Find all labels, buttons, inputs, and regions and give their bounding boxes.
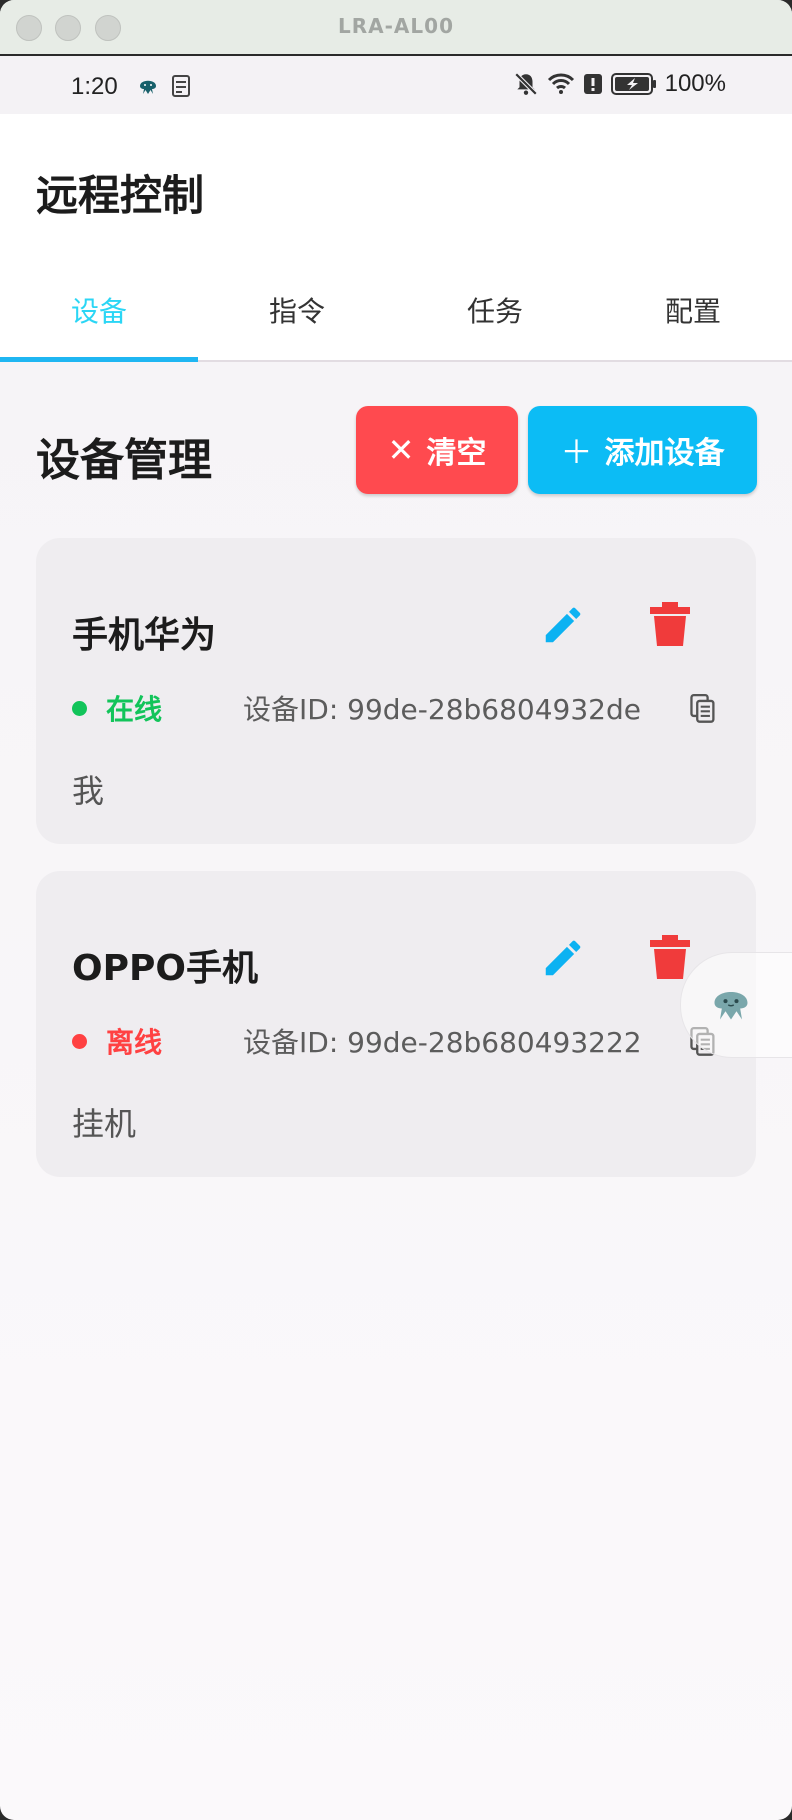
sim-card-icon — [172, 75, 190, 97]
status-time: 1:20 — [71, 73, 118, 100]
device-note: 挂机 — [72, 1105, 137, 1143]
octopus-app-icon — [140, 80, 156, 94]
tab-devices[interactable]: 设备 — [0, 290, 198, 330]
copy-icon[interactable] — [690, 694, 716, 724]
app-window: LRA-AL00 1:20 100% 远程控制 设备 指令 任务 配置 设备管理… — [0, 0, 792, 1820]
device-status: 离线 — [106, 1026, 163, 1059]
app-bar: 远程控制 — [0, 114, 792, 256]
device-card: 手机华为 在线 设备ID: 99de-28b6804932de 我 — [36, 538, 756, 844]
pencil-icon[interactable] — [540, 935, 586, 981]
tab-bar: 设备 指令 任务 配置 — [0, 256, 792, 362]
page-title: 远程控制 — [36, 171, 205, 220]
tab-tasks[interactable]: 任务 — [396, 290, 594, 330]
floating-assistant-button[interactable] — [680, 952, 792, 1058]
plus-icon: ＋ — [560, 433, 593, 471]
wifi-icon — [547, 73, 574, 94]
pencil-icon[interactable] — [540, 602, 586, 648]
status-dot — [72, 1034, 87, 1049]
device-name: 手机华为 — [72, 615, 217, 656]
device-status: 在线 — [106, 693, 163, 726]
battery-charging-icon — [610, 73, 656, 95]
clear-button-label: 清空 — [426, 436, 487, 471]
device-id: 设备ID: 99de-28b6804932de — [243, 693, 641, 726]
device-name: OPPO手机 — [72, 948, 258, 989]
device-note: 我 — [72, 772, 105, 810]
trash-icon[interactable] — [650, 600, 690, 648]
status-bar: 1:20 100% — [0, 56, 792, 114]
add-device-button[interactable]: ＋ 添加设备 — [528, 406, 757, 494]
tab-commands[interactable]: 指令 — [198, 290, 396, 330]
status-dot — [72, 701, 87, 716]
alert-icon — [583, 74, 602, 94]
close-icon: ✕ — [387, 431, 415, 469]
tab-indicator — [0, 357, 198, 362]
device-card: OPPO手机 离线 设备ID: 99de-28b680493222 挂机 — [36, 871, 756, 1177]
status-right: 100% — [513, 70, 726, 98]
clear-button[interactable]: ✕ 清空 — [356, 406, 518, 494]
window-title: LRA-AL00 — [338, 14, 454, 38]
title-bar: LRA-AL00 — [0, 0, 792, 56]
battery-percent: 100% — [664, 70, 726, 97]
device-id: 设备ID: 99de-28b680493222 — [243, 1026, 642, 1059]
add-device-button-label: 添加设备 — [604, 436, 725, 471]
mute-icon — [514, 72, 537, 96]
section-title: 设备管理 — [36, 435, 212, 486]
trash-icon[interactable] — [650, 933, 690, 981]
tab-config[interactable]: 配置 — [594, 290, 792, 330]
octopus-icon — [714, 992, 748, 1020]
